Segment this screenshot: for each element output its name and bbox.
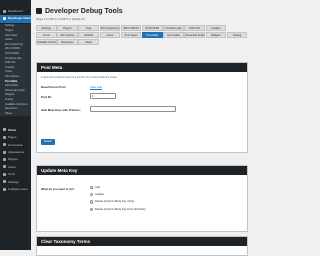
tab-wp-config[interactable]: WP-CONFIG <box>120 25 142 31</box>
sidebar-item-label: Settings <box>8 179 19 184</box>
post-id-input[interactable] <box>90 93 116 99</box>
sidebar-item-about[interactable]: About <box>0 111 31 117</box>
tab-widgets[interactable]: Widgets <box>205 32 227 38</box>
page-title: Developer Debug Tools <box>45 8 123 15</box>
sidebar-item-label: Media <box>8 127 17 132</box>
tab-post-meta[interactable]: Post Meta <box>142 32 163 38</box>
settings-icon <box>3 180 6 184</box>
tab-error-reporting[interactable]: Error Reporting <box>99 25 121 31</box>
clear-taxonomy-heading: Clear Taxonomy Terms <box>41 239 91 244</box>
admin-sidebar: Dashboard Developer Debug Tools Settings Pl… <box>0 0 41 250</box>
clear-taxonomy-header: Clear Taxonomy Terms <box>37 237 247 246</box>
tab-users[interactable]: Users <box>99 32 121 38</box>
post-meta-description: A quick look at all post meta for a post… <box>41 76 118 79</box>
dashboard-icon <box>3 9 6 13</box>
tab-post-types[interactable]: Post Types <box>120 32 142 38</box>
tab-htaccess[interactable]: HTACCESS <box>142 25 163 31</box>
sidebar-item-users[interactable]: Users <box>0 164 31 170</box>
collapse-icon <box>3 187 6 191</box>
plug-icon <box>3 157 6 161</box>
tab-logs[interactable]: Logs <box>78 25 99 31</box>
sidebar-item-label: Users <box>8 164 16 169</box>
user-icon <box>3 165 6 169</box>
sidebar-item-label: Comments <box>8 142 23 147</box>
post-id-label: Post ID: <box>41 95 52 99</box>
hide-keys-label: Hide Meta Keys with Prefixes: <box>41 108 81 112</box>
wrench-icon <box>3 16 6 20</box>
update-option-label: Add <box>95 185 100 189</box>
sidebar-item-comments[interactable]: Comments <box>0 142 31 148</box>
update-option-radio[interactable] <box>90 193 94 197</box>
update-option-label: Update <box>95 192 105 197</box>
sidebar-item-label: Dashboard <box>8 9 23 13</box>
comment-icon <box>3 143 6 147</box>
tab-php-info[interactable]: PHP Info <box>184 25 205 31</box>
tab-shortcode-finder[interactable]: Shortcode Finder <box>184 32 205 38</box>
base-url-label: Base/Current Post: <box>41 85 67 89</box>
tab-about[interactable]: About <box>78 39 99 45</box>
hide-keys-input[interactable] <box>90 106 176 112</box>
sidebar-item-plugins[interactable]: Plugins <box>0 156 31 162</box>
tab-functions-php[interactable]: Functions.php <box>163 25 184 31</box>
tools-icon <box>3 172 6 176</box>
post-meta-header: Post Meta <box>37 63 247 72</box>
brush-icon <box>3 150 6 154</box>
tab-site-options[interactable]: Site Options <box>57 32 78 38</box>
plugin-logo-icon <box>36 8 42 14</box>
sidebar-item-settings[interactable]: Settings <box>0 179 31 185</box>
update-option-label: Delete (Current Meta Key from All Posts) <box>95 206 146 211</box>
base-url-link[interactable]: View post <box>90 85 102 89</box>
sidebar-item-label: Collapse menu <box>8 187 29 191</box>
media-icon <box>3 128 6 132</box>
update-option-radio[interactable] <box>90 200 94 204</box>
page-icon <box>3 135 6 139</box>
update-meta-header: Update Meta Key <box>37 166 247 175</box>
tab-cookies[interactable]: Cookies <box>205 25 227 31</box>
update-option-radio[interactable] <box>90 186 94 190</box>
sidebar-item-developer-debug-tools[interactable]: Developer Debug Tools <box>0 15 41 24</box>
tab-available-functions[interactable]: Available Functions <box>36 39 57 45</box>
tab-resources[interactable]: Resources <box>57 39 78 45</box>
post-meta-heading: Post Meta <box>41 65 63 70</box>
tab-auto-drafts[interactable]: Auto Drafts <box>163 32 184 38</box>
update-option-radio[interactable] <box>90 207 94 211</box>
update-meta-heading: Update Meta Key <box>41 168 78 173</box>
update-option-label: Delete (Current Meta Key Only) <box>95 199 135 204</box>
search-button[interactable]: Search <box>41 139 55 145</box>
sidebar-item-dashboard[interactable]: Dashboard <box>0 8 31 14</box>
update-meta-panel: Update Meta Key What do you want to do? … <box>36 165 248 232</box>
sidebar-item-label: Pages <box>8 135 17 140</box>
tab-testing[interactable]: Testing <box>226 32 248 38</box>
version-info: Plugin 1.0 | WP 6.4 | PHP 8.1 | MySQL 8.… <box>36 18 85 21</box>
sidebar-item-label: Appearance <box>8 150 25 154</box>
sidebar-item-collapse-menu[interactable]: Collapse menu <box>0 186 31 192</box>
sidebar-item-label: About <box>5 111 12 115</box>
update-question-label: What do you want to do? <box>41 187 75 191</box>
sidebar-item-tools[interactable]: Tools <box>0 171 31 177</box>
post-meta-panel: Post Meta A quick look at all post meta … <box>36 62 248 153</box>
sidebar-item-label: Plugins <box>8 157 18 162</box>
tab-settings[interactable]: Settings <box>36 25 57 31</box>
clear-taxonomy-panel: Clear Taxonomy Terms <box>36 236 248 256</box>
main-content: Developer Debug Tools Plugin 1.0 | WP 6.… <box>31 0 250 256</box>
tab-globals[interactable]: Globals <box>78 32 99 38</box>
sidebar-item-label: Tools <box>8 172 16 177</box>
sidebar-item-media[interactable]: Media <box>0 127 31 133</box>
tab-plugins[interactable]: Plugins <box>57 25 78 31</box>
tab-crons[interactable]: Crons <box>36 32 57 38</box>
sidebar-item-pages[interactable]: Pages <box>0 134 31 140</box>
sidebar-item-appearance[interactable]: Appearance <box>0 149 31 155</box>
